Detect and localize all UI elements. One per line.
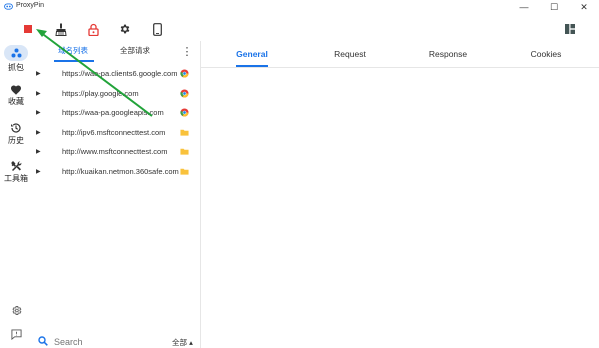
layout-toggle-button[interactable] — [563, 22, 577, 36]
search-filter-dropdown[interactable]: 全部 ▴ — [172, 337, 193, 348]
search-input[interactable] — [54, 335, 164, 348]
domain-list-panel: 域名列表 全部请求 ⋮ ▶ https://waa-pa.clients6.go… — [32, 41, 200, 348]
clean-button[interactable] — [50, 18, 72, 40]
tools-icon — [11, 161, 22, 171]
nav-label-history: 历史 — [8, 136, 24, 145]
mobile-button[interactable] — [146, 18, 168, 40]
side-navigation: 抓包 收藏 历史 工具箱 — [0, 41, 32, 348]
settings-button[interactable] — [114, 18, 136, 40]
search-icon — [38, 336, 48, 346]
search-bar: 全部 ▴ — [32, 333, 200, 348]
history-icon — [11, 123, 21, 133]
list-item[interactable]: ▶ http://kuaikan.netmon.360safe.com — [32, 162, 200, 182]
toolbar — [0, 15, 599, 41]
feedback-button[interactable] — [0, 329, 32, 340]
tab-active-underline — [54, 60, 94, 62]
list-item[interactable]: ▶ http://ipv6.msftconnecttest.com — [32, 123, 200, 143]
chrome-icon — [180, 108, 189, 117]
tab-cookies[interactable]: Cookies — [531, 49, 562, 59]
domain-url: https://waa-pa.googleapis.com — [62, 108, 164, 117]
chrome-icon — [180, 69, 189, 78]
request-detail-panel: General Request Response Cookies — [201, 41, 599, 348]
more-vert-icon: ⋮ — [181, 45, 193, 58]
nav-item-capture[interactable]: 抓包 — [0, 45, 32, 73]
domain-url: http://kuaikan.netmon.360safe.com — [62, 166, 179, 176]
tab-all-requests[interactable]: 全部请求 — [120, 45, 150, 56]
chrome-icon — [180, 88, 189, 98]
list-item[interactable]: ▶ https://waa-pa.clients6.google.com — [32, 64, 200, 84]
list-tabs: 域名列表 全部请求 ⋮ — [32, 41, 200, 63]
lock-icon — [87, 23, 99, 36]
phone-icon — [152, 22, 162, 36]
heart-icon — [11, 85, 21, 95]
expand-caret-icon[interactable]: ▶ — [36, 70, 41, 77]
capture-icon — [11, 48, 21, 58]
broom-icon — [55, 23, 67, 36]
folder-icon — [180, 148, 189, 155]
nav-label-favorites: 收藏 — [8, 97, 24, 106]
nav-active-indicator — [4, 45, 28, 61]
domain-url: https://play.google.com — [62, 88, 139, 98]
expand-caret-icon[interactable]: ▶ — [36, 90, 41, 97]
detail-tabs-divider — [201, 67, 599, 68]
tab-request[interactable]: Request — [334, 49, 366, 59]
domain-url: https://waa-pa.clients6.google.com — [62, 69, 178, 78]
list-item[interactable]: ▶ https://waa-pa.googleapis.com — [32, 103, 200, 123]
nav-label-toolbox: 工具箱 — [4, 174, 28, 183]
nav-label-capture: 抓包 — [8, 63, 24, 72]
gear-icon — [120, 24, 130, 34]
stop-capture-button[interactable] — [17, 18, 39, 40]
expand-caret-icon[interactable]: ▶ — [36, 148, 41, 155]
feedback-icon — [10, 329, 22, 340]
close-button[interactable]: ✕ — [569, 0, 599, 14]
maximize-icon: ☐ — [549, 1, 559, 12]
domain-url: http://www.msftconnecttest.com — [62, 147, 168, 156]
settings-nav-button[interactable] — [0, 305, 32, 316]
nav-item-favorites[interactable]: 收藏 — [0, 84, 32, 107]
domain-url: http://ipv6.msftconnecttest.com — [62, 127, 166, 137]
tab-domain-list[interactable]: 域名列表 — [58, 45, 88, 56]
tab-general[interactable]: General — [236, 49, 268, 59]
expand-caret-icon[interactable]: ▶ — [36, 168, 41, 175]
title-bar: ProxyPin — ☐ ✕ — [0, 0, 599, 14]
domain-list: ▶ https://waa-pa.clients6.google.com ▶ h… — [32, 64, 200, 181]
more-options-button[interactable]: ⋮ — [181, 44, 193, 58]
window-title: ProxyPin — [16, 2, 45, 9]
list-item[interactable]: ▶ https://play.google.com — [32, 84, 200, 104]
app-logo-icon — [4, 3, 13, 10]
maximize-button[interactable]: ☐ — [539, 0, 569, 14]
gear-outline-icon — [11, 306, 21, 315]
minimize-icon: — — [519, 2, 529, 12]
minimize-button[interactable]: — — [509, 0, 539, 14]
nav-item-toolbox[interactable]: 工具箱 — [0, 160, 32, 184]
tab-response[interactable]: Response — [429, 49, 467, 59]
expand-caret-icon[interactable]: ▶ — [36, 109, 41, 116]
panel-layout-icon — [565, 24, 575, 34]
nav-item-history[interactable]: 历史 — [0, 122, 32, 146]
close-icon: ✕ — [580, 1, 588, 12]
folder-icon — [180, 129, 189, 136]
ssl-lock-button[interactable] — [82, 18, 104, 40]
folder-icon — [180, 168, 189, 175]
list-item[interactable]: ▶ http://www.msftconnecttest.com — [32, 142, 200, 162]
expand-caret-icon[interactable]: ▶ — [36, 129, 41, 136]
stop-icon — [24, 25, 32, 33]
